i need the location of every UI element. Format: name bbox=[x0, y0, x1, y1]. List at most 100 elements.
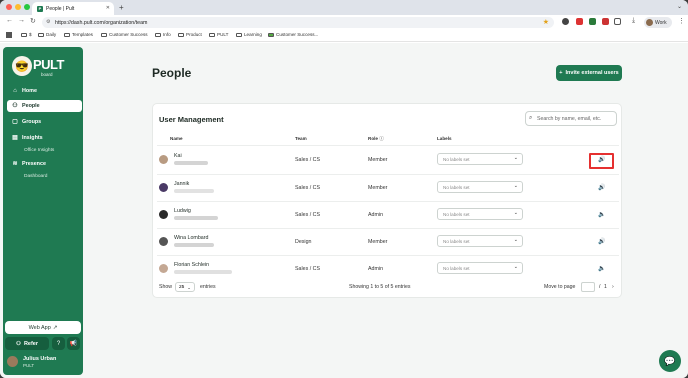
labels-select[interactable]: No labels set ⌄ bbox=[437, 153, 523, 165]
chevron-down-icon: ⌄ bbox=[513, 183, 518, 189]
announcements-button[interactable]: 📢 bbox=[67, 337, 80, 350]
new-tab-icon[interactable]: + bbox=[119, 3, 124, 12]
extension-icon[interactable] bbox=[602, 18, 609, 25]
sidebar: 😎 PULT board ⌂ Home ⚇ People ▢ Groups ▤ … bbox=[3, 47, 83, 375]
avatar bbox=[7, 356, 18, 367]
address-bar[interactable]: ⚙ https://dash.pult.com/organization/tea… bbox=[42, 17, 554, 28]
page-total: 1 bbox=[604, 284, 607, 290]
column-header-role[interactable]: Role ⓘ bbox=[368, 136, 384, 142]
chat-support-button[interactable]: 💬 bbox=[659, 350, 681, 372]
labels-select[interactable]: No labels set ⌄ bbox=[437, 208, 523, 220]
sidebar-item-dashboard[interactable]: Dashboard bbox=[24, 174, 47, 179]
sidebar-item-people[interactable]: ⚇ People bbox=[7, 100, 82, 112]
apps-grid-icon[interactable] bbox=[6, 32, 12, 38]
close-tab-icon[interactable]: ✕ bbox=[106, 5, 110, 11]
sidebar-item-presence[interactable]: ≋ Presence bbox=[7, 158, 82, 170]
extension-icon[interactable] bbox=[589, 18, 596, 25]
bookmark-label: Customer Success bbox=[109, 32, 148, 37]
tab-search-icon[interactable]: ⌄ bbox=[677, 3, 682, 10]
folder-icon bbox=[101, 32, 107, 37]
bookmark-folder[interactable]: PULT bbox=[209, 32, 228, 37]
web-app-label: Web App bbox=[28, 324, 51, 331]
maximize-window-button[interactable] bbox=[24, 4, 30, 10]
email-redacted bbox=[174, 216, 218, 220]
bookmark-folder[interactable]: Templates bbox=[64, 32, 93, 37]
bookmark-link[interactable]: Customer Success... bbox=[268, 32, 318, 37]
chevron-down-icon: ⌄ bbox=[513, 264, 518, 270]
column-header-labels[interactable]: Labels bbox=[437, 136, 452, 141]
labels-select[interactable]: No labels set ⌄ bbox=[437, 181, 523, 193]
bookmarks-bar: $ Daily Templates Customer Success Info … bbox=[0, 30, 688, 42]
sidebar-item-home[interactable]: ⌂ Home bbox=[7, 85, 82, 97]
page-size-select[interactable]: 25 ⌄ bbox=[175, 282, 195, 292]
home-icon: ⌂ bbox=[13, 88, 17, 94]
invite-label: Invite external users bbox=[565, 70, 619, 76]
sidebar-item-office-insights[interactable]: Office Insights bbox=[24, 148, 54, 153]
announce-icon[interactable]: 🔊 bbox=[598, 184, 605, 191]
help-button[interactable]: ? bbox=[52, 337, 65, 350]
tab-bar: P People | Pult ✕ + ⌄ bbox=[0, 0, 688, 15]
browser-tab[interactable]: P People | Pult ✕ bbox=[32, 2, 114, 15]
megaphone-icon: 📢 bbox=[69, 341, 78, 347]
extension-icon[interactable] bbox=[576, 18, 583, 25]
user-role: Member bbox=[368, 157, 388, 163]
divider bbox=[157, 228, 619, 229]
announce-icon[interactable]: 🔈 bbox=[598, 211, 605, 218]
user-management-card: User Management ⌕ Search by name, email,… bbox=[152, 103, 622, 298]
folder-icon bbox=[64, 32, 70, 37]
sidebar-item-label: Insights bbox=[22, 135, 43, 141]
page-size-value: 25 bbox=[179, 284, 185, 290]
pult-logo[interactable]: 😎 PULT board bbox=[11, 55, 67, 77]
page-number-input[interactable] bbox=[581, 282, 595, 292]
folder-icon bbox=[236, 32, 242, 37]
table-row: Jannik Sales / CS Member No labels set ⌄… bbox=[153, 176, 623, 203]
info-icon[interactable]: ⓘ bbox=[379, 136, 384, 141]
minimize-window-button[interactable] bbox=[15, 4, 21, 10]
bookmark-label: Templates bbox=[72, 32, 93, 37]
bookmark-folder[interactable]: Daily bbox=[38, 32, 56, 37]
column-header-name[interactable]: Name bbox=[170, 136, 183, 141]
extensions-puzzle-icon[interactable] bbox=[614, 18, 621, 25]
menu-icon[interactable]: ⋮ bbox=[678, 17, 685, 25]
search-input[interactable]: ⌕ Search by name, email, etc. bbox=[525, 111, 617, 126]
user-role: Member bbox=[368, 185, 388, 191]
next-page-icon[interactable]: › bbox=[612, 284, 614, 290]
sidebar-item-insights[interactable]: ▤ Insights bbox=[7, 132, 82, 144]
reload-icon[interactable]: ↻ bbox=[30, 17, 36, 25]
announce-icon[interactable]: 🔈 bbox=[598, 265, 605, 272]
email-redacted bbox=[174, 161, 208, 165]
column-header-team[interactable]: Team bbox=[295, 136, 307, 141]
sidebar-item-groups[interactable]: ▢ Groups bbox=[7, 116, 82, 128]
labels-select[interactable]: No labels set ⌄ bbox=[437, 235, 523, 247]
bookmark-folder[interactable]: Product bbox=[178, 32, 202, 37]
bookmark-folder[interactable]: $ bbox=[21, 32, 32, 37]
search-icon: ⌕ bbox=[529, 115, 533, 121]
user-role: Admin bbox=[368, 212, 384, 218]
refer-button[interactable]: ⚇ Refer bbox=[5, 337, 49, 350]
browser-window: P People | Pult ✕ + ⌄ ← → ↻ ⚙ https://da… bbox=[0, 0, 688, 378]
chevron-down-icon: ⌄ bbox=[513, 155, 518, 161]
sidebar-item-label: People bbox=[22, 103, 40, 109]
download-icon[interactable]: ⤓ bbox=[632, 17, 635, 25]
extension-icon[interactable] bbox=[562, 18, 569, 25]
divider bbox=[157, 201, 619, 202]
announce-icon[interactable]: 🔊 bbox=[598, 238, 605, 245]
web-app-button[interactable]: Web App ↗ bbox=[5, 321, 81, 334]
invite-external-users-button[interactable]: + Invite external users bbox=[556, 65, 622, 81]
bookmark-favicon-icon bbox=[268, 32, 274, 37]
divider bbox=[157, 255, 619, 256]
bookmark-folder[interactable]: Info bbox=[155, 32, 171, 37]
labels-select[interactable]: No labels set ⌄ bbox=[437, 262, 523, 274]
avatar bbox=[159, 183, 168, 192]
tab-title: People | Pult bbox=[46, 5, 75, 12]
close-window-button[interactable] bbox=[6, 4, 12, 10]
labels-placeholder: No labels set bbox=[443, 184, 470, 190]
back-icon[interactable]: ← bbox=[6, 17, 13, 24]
bookmark-star-icon[interactable]: ★ bbox=[543, 18, 549, 26]
profile-button[interactable]: Work bbox=[644, 17, 672, 28]
forward-icon[interactable]: → bbox=[18, 17, 25, 24]
site-settings-icon[interactable]: ⚙ bbox=[46, 19, 50, 25]
bookmark-folder[interactable]: Learning bbox=[236, 32, 262, 37]
user-role: Admin bbox=[368, 266, 384, 272]
bookmark-folder[interactable]: Customer Success bbox=[101, 32, 148, 37]
